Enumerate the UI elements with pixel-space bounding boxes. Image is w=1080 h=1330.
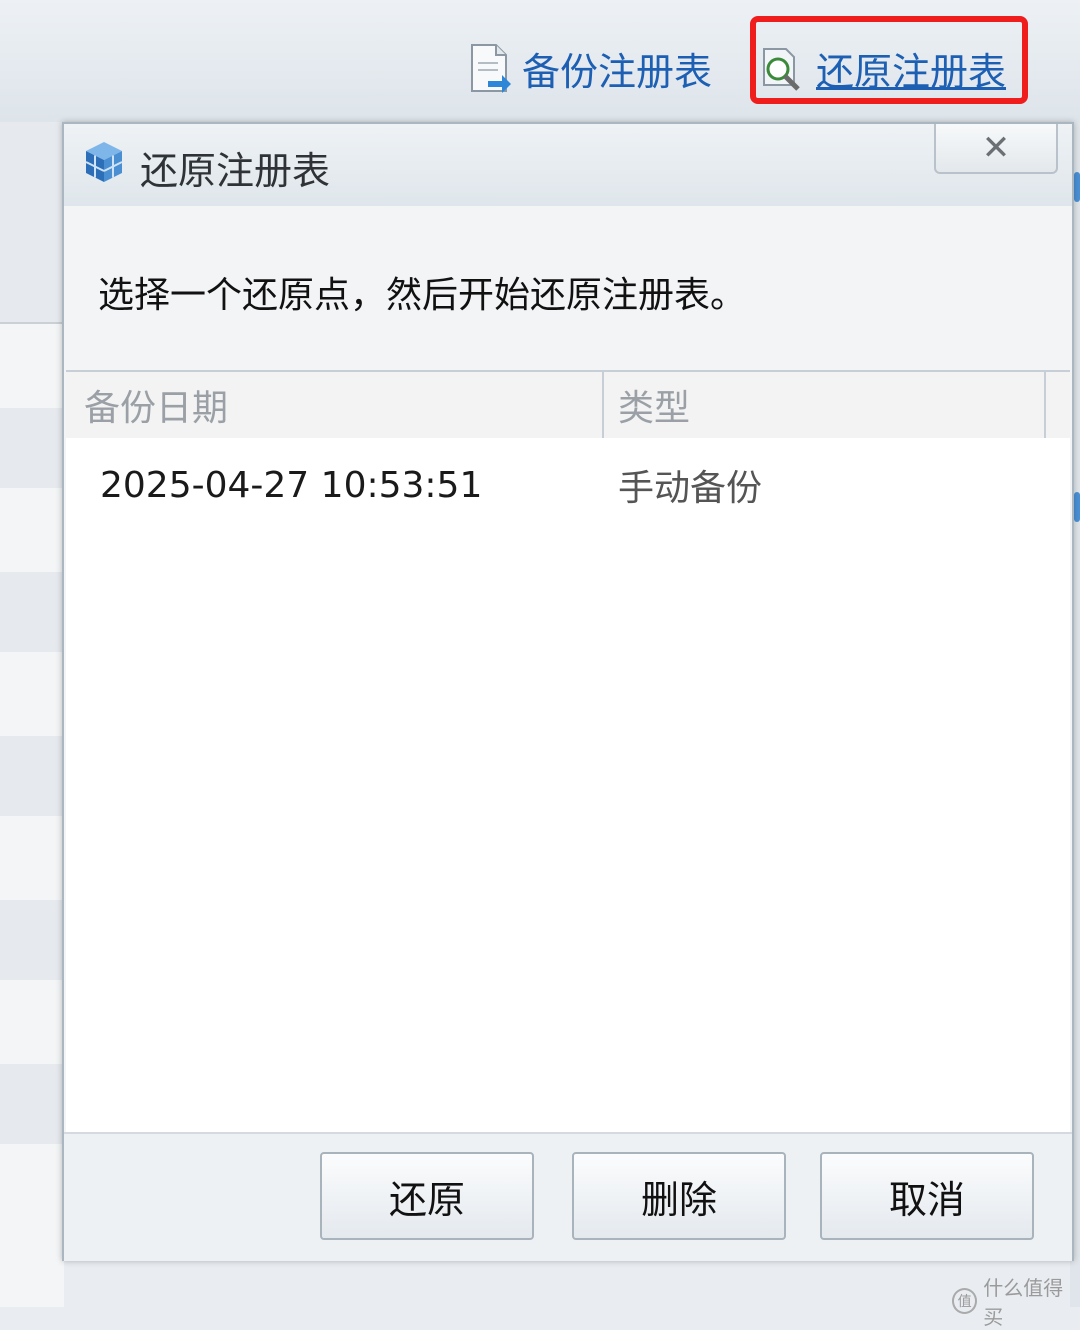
- right-strip-marker: [1074, 172, 1080, 202]
- backup-registry-label: 备份注册表: [522, 49, 713, 94]
- backup-registry-link[interactable]: 备份注册表: [466, 40, 712, 96]
- column-header-type[interactable]: 类型: [618, 372, 690, 438]
- right-strip-marker: [1074, 492, 1080, 522]
- watermark-logo-icon: 值: [952, 1288, 978, 1314]
- watermark: 值 什么值得买: [952, 1272, 1080, 1330]
- left-pane-divider: [0, 322, 64, 324]
- dialog-title: 还原注册表: [140, 149, 331, 193]
- left-pane: [0, 122, 64, 1307]
- left-pane-row: [0, 736, 64, 816]
- column-divider[interactable]: [1044, 372, 1046, 438]
- close-button[interactable]: ✕: [934, 124, 1058, 174]
- dialog-instruction: 选择一个还原点，然后开始还原注册表。: [98, 275, 747, 316]
- left-pane-row: [0, 408, 64, 488]
- registry-cubes-icon: [85, 142, 123, 182]
- list-header: 备份日期 类型: [66, 372, 1070, 438]
- restore-registry-dialog: 还原注册表 ✕ 选择一个还原点，然后开始还原注册表。 备份日期 类型 2025-…: [62, 122, 1074, 1261]
- highlight-box: [750, 16, 1028, 104]
- restore-point-list[interactable]: 备份日期 类型 2025-04-27 10:53:51 手动备份: [66, 370, 1070, 1134]
- dialog-titlebar: 还原注册表 ✕: [64, 124, 1072, 206]
- left-pane-row: [0, 572, 64, 652]
- column-divider[interactable]: [602, 372, 604, 438]
- left-pane-row: [0, 1064, 64, 1144]
- cell-backup-type: 手动备份: [618, 468, 763, 509]
- column-header-backup-date[interactable]: 备份日期: [84, 372, 228, 438]
- cell-backup-date: 2025-04-27 10:53:51: [100, 464, 483, 506]
- cancel-button[interactable]: 取消: [820, 1152, 1034, 1240]
- watermark-text: 什么值得买: [983, 1276, 1064, 1329]
- delete-button[interactable]: 删除: [572, 1152, 786, 1240]
- table-row[interactable]: 2025-04-27 10:53:51 手动备份: [66, 452, 1070, 518]
- dialog-footer: 还原 删除 取消: [64, 1132, 1072, 1261]
- restore-button[interactable]: 还原: [320, 1152, 534, 1240]
- close-icon: ✕: [981, 128, 1011, 168]
- left-pane-row: [0, 900, 64, 980]
- left-pane-header: [0, 122, 64, 322]
- document-export-icon: [471, 44, 511, 93]
